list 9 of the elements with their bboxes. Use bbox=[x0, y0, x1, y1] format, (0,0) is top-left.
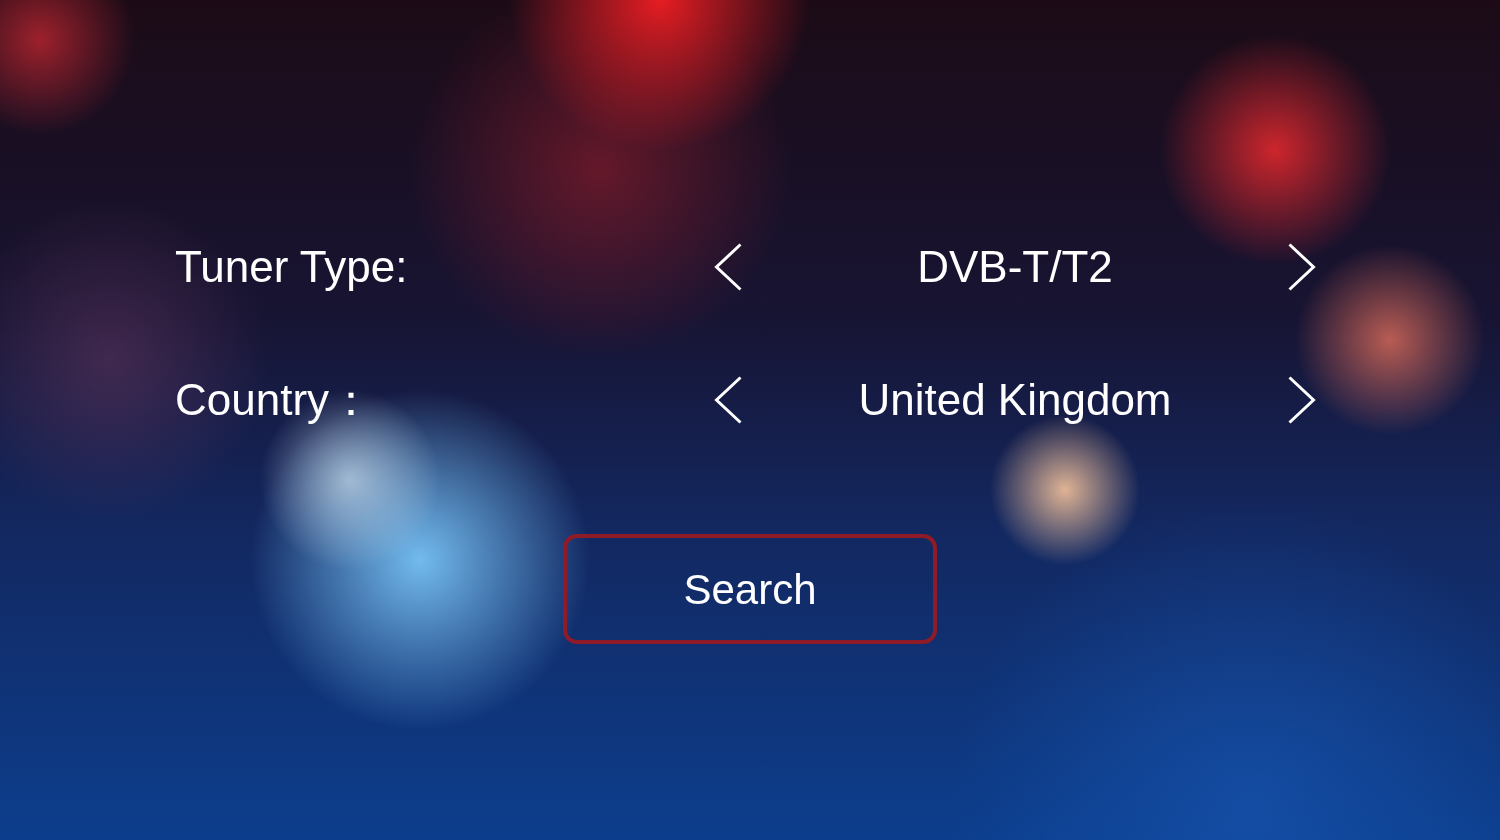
search-button[interactable]: Search bbox=[563, 534, 937, 644]
setting-value: DVB-T/T2 bbox=[917, 241, 1113, 293]
setting-value: United Kingdom bbox=[858, 374, 1172, 426]
chevron-right-icon[interactable] bbox=[1288, 243, 1316, 291]
chevron-right-icon[interactable] bbox=[1288, 376, 1316, 424]
chevron-left-icon[interactable] bbox=[714, 243, 742, 291]
setting-label: Country： bbox=[175, 375, 374, 424]
setting-label: Tuner Type: bbox=[175, 242, 408, 291]
chevron-left-icon[interactable] bbox=[714, 376, 742, 424]
